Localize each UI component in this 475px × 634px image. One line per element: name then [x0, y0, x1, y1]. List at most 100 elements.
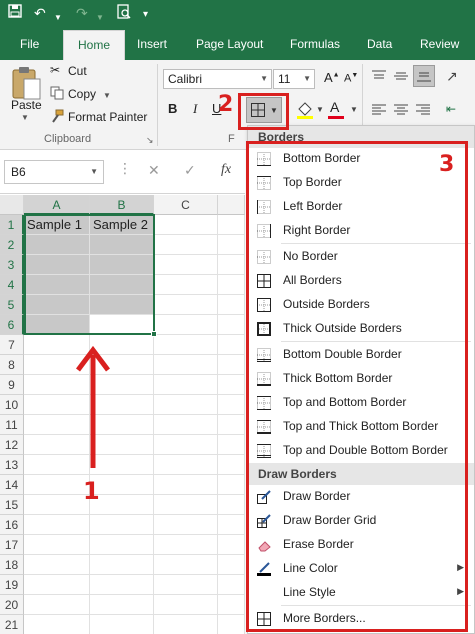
cell-d8[interactable]: [218, 355, 245, 375]
cell-c13[interactable]: [154, 455, 218, 475]
middle-align-icon[interactable]: [394, 70, 408, 85]
column-header-b[interactable]: B: [90, 195, 154, 215]
row-header[interactable]: 17: [0, 535, 24, 555]
cell-d19[interactable]: [218, 575, 245, 595]
copy-dropdown-icon[interactable]: ▼: [103, 91, 111, 100]
cell-d1[interactable]: [218, 215, 245, 235]
top-align-icon[interactable]: [372, 70, 386, 85]
cell-c6[interactable]: [154, 315, 218, 335]
cell-b18[interactable]: [90, 555, 154, 575]
row-header[interactable]: 15: [0, 495, 24, 515]
enter-icon[interactable]: ✓: [184, 162, 196, 179]
row-header[interactable]: 12: [0, 435, 24, 455]
cell-a20[interactable]: [24, 595, 90, 615]
cell-d3[interactable]: [218, 255, 245, 275]
cell-b16[interactable]: [90, 515, 154, 535]
decrease-indent-icon[interactable]: ⇤: [446, 102, 456, 116]
row-header[interactable]: 11: [0, 415, 24, 435]
insert-function-button[interactable]: fx: [221, 162, 231, 178]
cell-a18[interactable]: [24, 555, 90, 575]
column-header-a[interactable]: A: [24, 195, 90, 215]
cell-a17[interactable]: [24, 535, 90, 555]
font-color-icon[interactable]: A: [330, 99, 339, 115]
row-header[interactable]: 4: [0, 275, 24, 295]
cell-b21[interactable]: [90, 615, 154, 634]
cell-c7[interactable]: [154, 335, 218, 355]
cell-c18[interactable]: [154, 555, 218, 575]
cell-c14[interactable]: [154, 475, 218, 495]
undo-dropdown-icon[interactable]: ▼: [54, 9, 62, 27]
column-header-d[interactable]: [218, 195, 245, 215]
cell-c15[interactable]: [154, 495, 218, 515]
row-header[interactable]: 9: [0, 375, 24, 395]
row-header[interactable]: 6: [0, 315, 24, 335]
font-size-combo[interactable]: 11 ▼: [273, 69, 315, 89]
cell-b17[interactable]: [90, 535, 154, 555]
tab-home[interactable]: Home: [63, 30, 126, 60]
row-header[interactable]: 14: [0, 475, 24, 495]
cell-b19[interactable]: [90, 575, 154, 595]
orientation-icon[interactable]: ↗: [446, 68, 458, 85]
tab-data[interactable]: Data: [367, 37, 392, 51]
align-center-icon[interactable]: [394, 104, 408, 119]
align-right-icon[interactable]: [416, 104, 430, 119]
cell-b20[interactable]: [90, 595, 154, 615]
cell-d11[interactable]: [218, 415, 245, 435]
row-header[interactable]: 20: [0, 595, 24, 615]
paste-dropdown-icon[interactable]: ▼: [21, 113, 29, 122]
tab-file[interactable]: File: [20, 37, 39, 51]
row-header[interactable]: 13: [0, 455, 24, 475]
increase-font-icon[interactable]: A▲: [324, 70, 340, 85]
row-header[interactable]: 2: [0, 235, 24, 255]
paste-button[interactable]: Paste: [11, 98, 42, 112]
cell-c21[interactable]: [154, 615, 218, 634]
cell-d15[interactable]: [218, 495, 245, 515]
cell-d7[interactable]: [218, 335, 245, 355]
row-header[interactable]: 5: [0, 295, 24, 315]
cell-c1[interactable]: [154, 215, 218, 235]
customize-qat-icon[interactable]: ▾: [143, 6, 148, 24]
cell-d10[interactable]: [218, 395, 245, 415]
cut-button[interactable]: Cut: [68, 64, 87, 78]
cell-c20[interactable]: [154, 595, 218, 615]
cell-c17[interactable]: [154, 535, 218, 555]
cell-d21[interactable]: [218, 615, 245, 634]
cell-c5[interactable]: [154, 295, 218, 315]
cell-d18[interactable]: [218, 555, 245, 575]
tab-page-layout[interactable]: Page Layout: [196, 37, 263, 51]
undo-icon[interactable]: ↶: [34, 4, 46, 22]
cell-d4[interactable]: [218, 275, 245, 295]
cell-c19[interactable]: [154, 575, 218, 595]
row-header[interactable]: 3: [0, 255, 24, 275]
cell-c3[interactable]: [154, 255, 218, 275]
cell-c9[interactable]: [154, 375, 218, 395]
print-preview-icon[interactable]: [116, 4, 132, 24]
cell-c11[interactable]: [154, 415, 218, 435]
cell-d17[interactable]: [218, 535, 245, 555]
cell-c4[interactable]: [154, 275, 218, 295]
select-all-corner[interactable]: [0, 195, 24, 215]
cell-c12[interactable]: [154, 435, 218, 455]
tab-review[interactable]: Review: [420, 37, 459, 51]
cell-a16[interactable]: [24, 515, 90, 535]
cell-c10[interactable]: [154, 395, 218, 415]
row-header[interactable]: 21: [0, 615, 24, 634]
fill-handle[interactable]: [151, 331, 157, 337]
tab-insert[interactable]: Insert: [137, 37, 167, 51]
font-name-combo[interactable]: Calibri ▼: [163, 69, 272, 89]
copy-icon[interactable]: [50, 86, 64, 103]
row-header[interactable]: 1: [0, 215, 24, 235]
format-painter-icon[interactable]: [50, 109, 64, 126]
format-painter-button[interactable]: Format Painter: [68, 110, 147, 124]
cell-d12[interactable]: [218, 435, 245, 455]
cell-a21[interactable]: [24, 615, 90, 634]
cell-a15[interactable]: [24, 495, 90, 515]
cell-d16[interactable]: [218, 515, 245, 535]
cancel-icon[interactable]: ✕: [148, 162, 160, 179]
italic-button[interactable]: I: [193, 101, 197, 117]
row-header[interactable]: 10: [0, 395, 24, 415]
chevron-down-icon[interactable]: ▼: [316, 105, 324, 114]
save-icon[interactable]: [8, 4, 22, 22]
cell-d2[interactable]: [218, 235, 245, 255]
column-header-c[interactable]: C: [154, 195, 218, 215]
